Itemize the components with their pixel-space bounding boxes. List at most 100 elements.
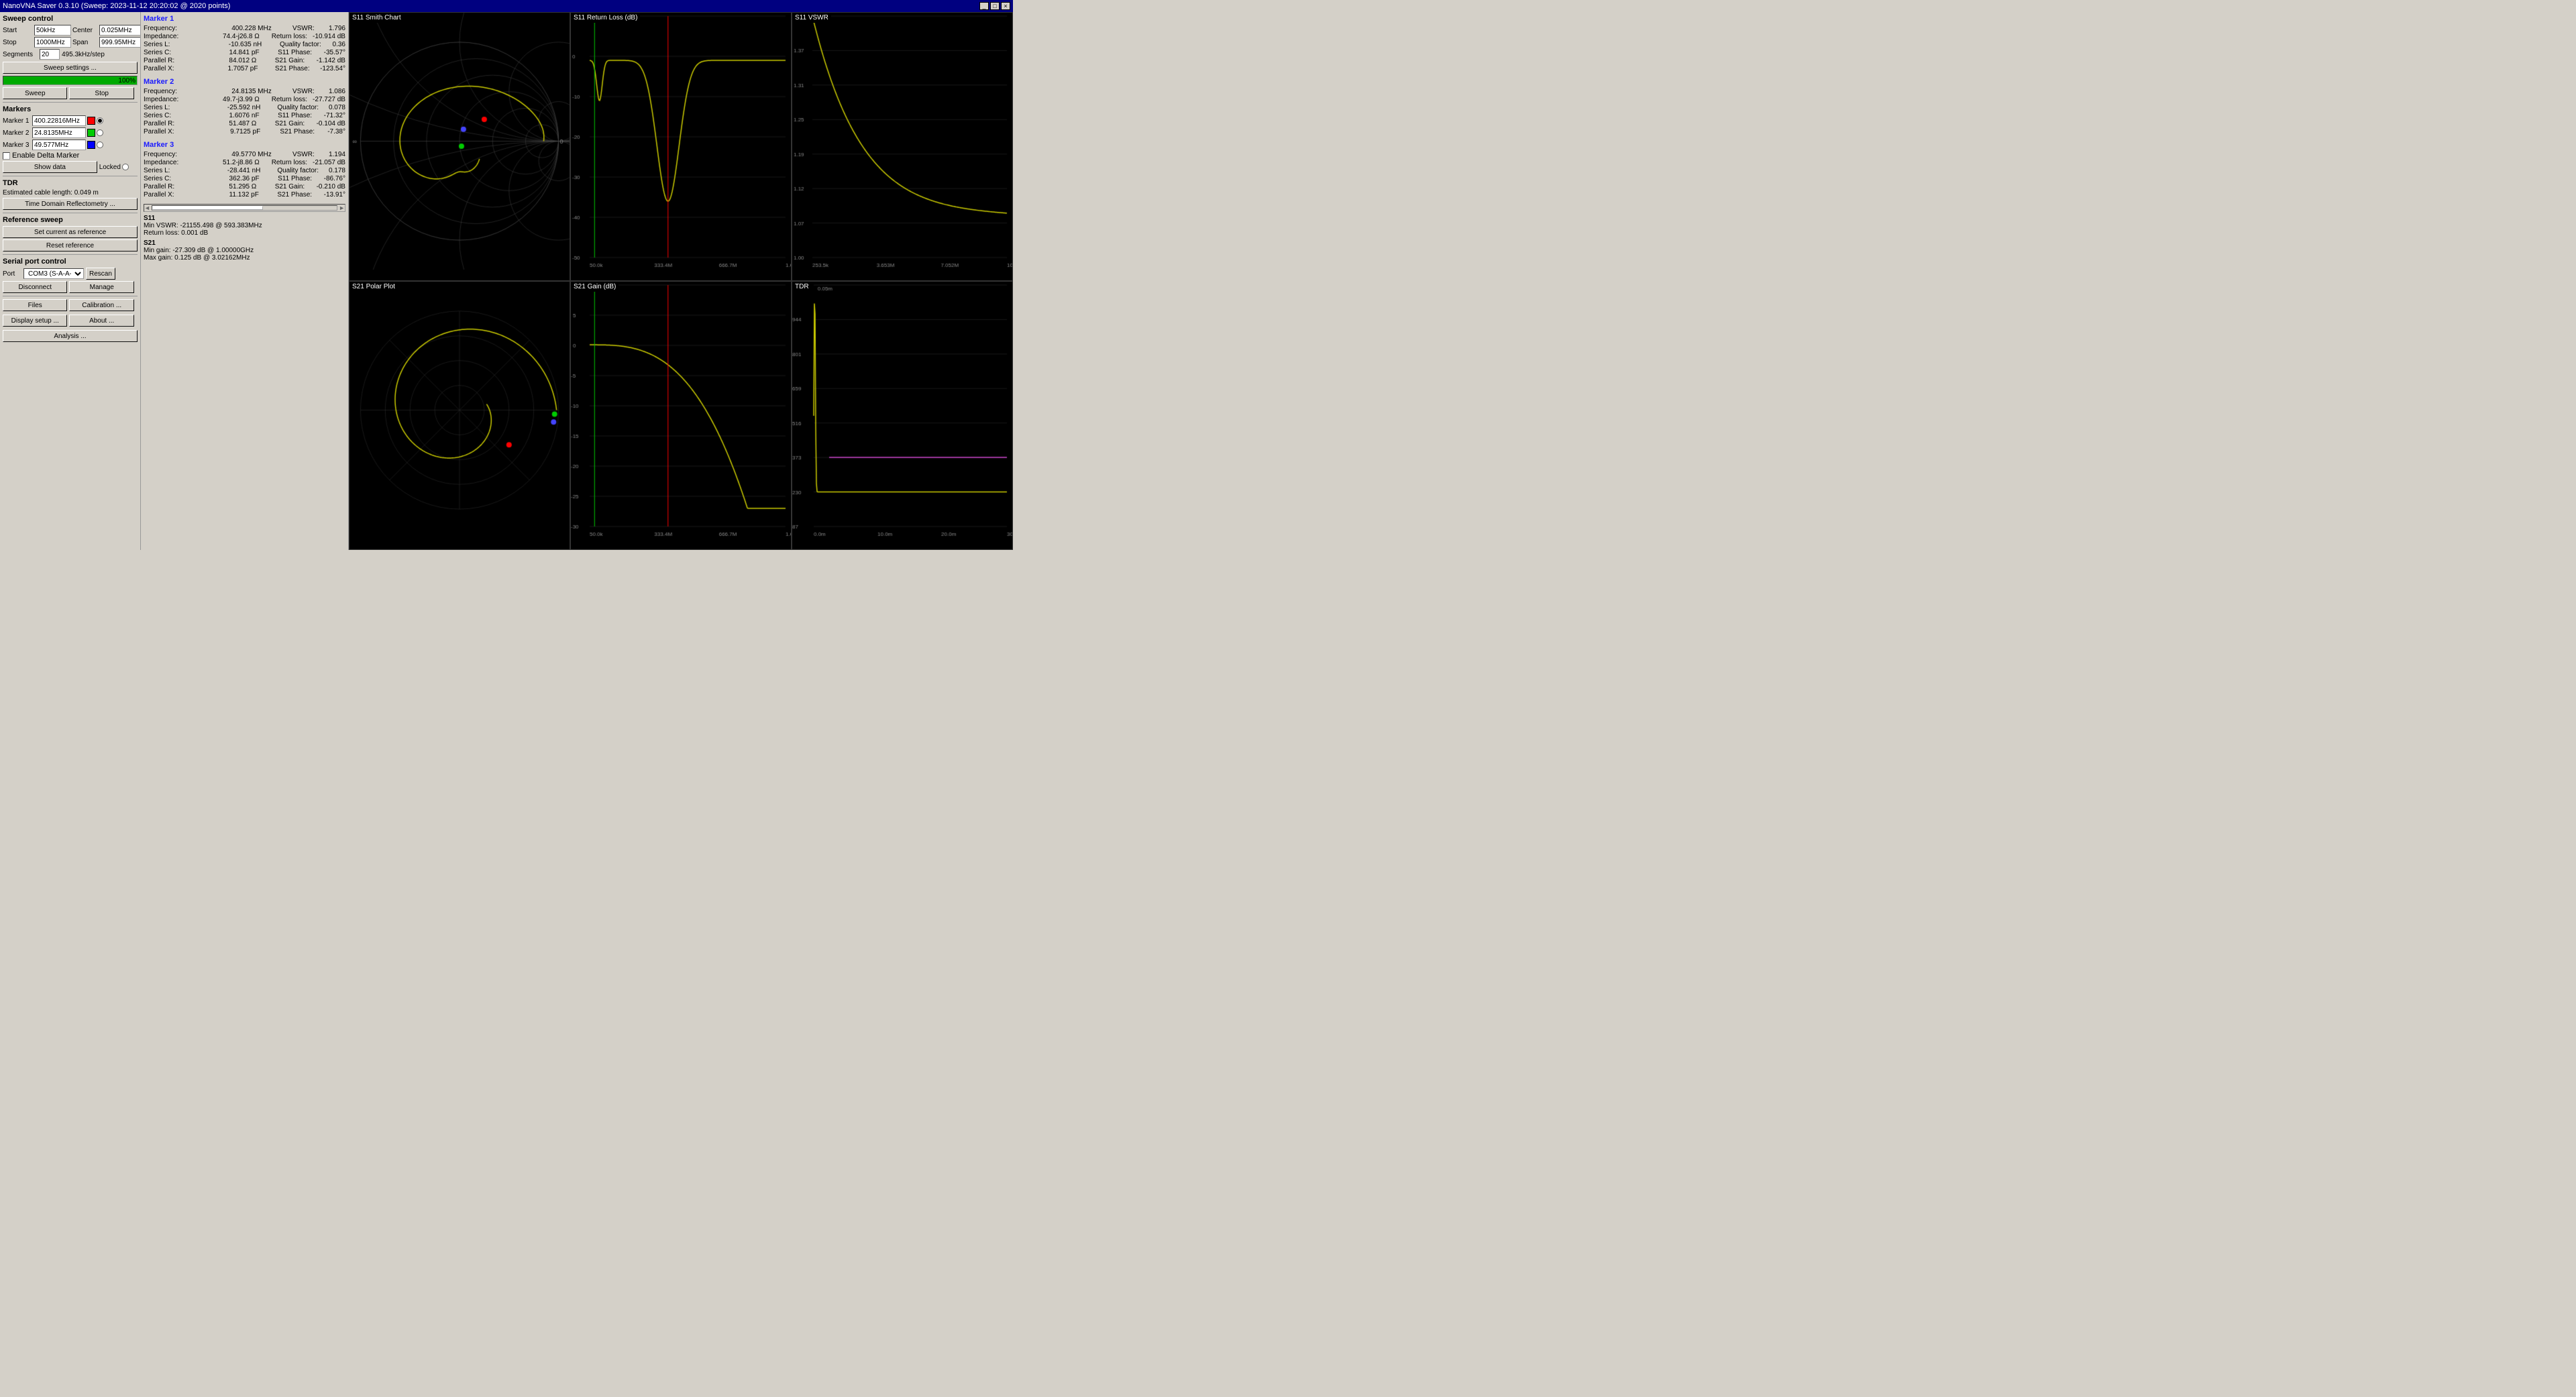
- divider-4: [3, 254, 138, 255]
- span-label: Span: [72, 39, 98, 46]
- m3-imp-val: 51.2-j8.86 Ω: [223, 159, 260, 166]
- m1-freq-row: Frequency: 400.228 MHz VSWR: 1.796: [144, 25, 345, 32]
- s11-title: S11: [144, 215, 345, 222]
- m3-s21p-val: -13.91°: [324, 191, 345, 199]
- marker1-input[interactable]: [32, 115, 86, 126]
- vswr-canvas: [792, 13, 1012, 270]
- s21-title: S21: [144, 239, 345, 247]
- m1-qf-key: Quality factor:: [280, 41, 321, 48]
- s21-polar-chart[interactable]: S21 Polar Plot: [349, 281, 570, 550]
- m2-qf-val: 0.078: [329, 104, 345, 111]
- middle-panel: Marker 1 Frequency: 400.228 MHz VSWR: 1.…: [141, 12, 349, 550]
- scrollbar-track[interactable]: [152, 205, 337, 211]
- m2-pr-key: Parallel R:: [144, 120, 217, 127]
- m2-rl-val: -27.727 dB: [313, 96, 345, 103]
- s11-smith-chart[interactable]: S11 Smith Chart: [349, 12, 570, 281]
- m1-vswr-val: 1.796: [329, 25, 345, 32]
- marker2-data-section: Marker 2 Frequency: 24.8135 MHz VSWR: 1.…: [144, 78, 345, 135]
- m2-s21p-val: -7.38°: [327, 128, 345, 135]
- m2-sc-key: Series C:: [144, 112, 217, 119]
- m1-imp-key: Impedance:: [144, 33, 217, 40]
- m2-vswr-val: 1.086: [329, 88, 345, 95]
- m1-rl-key: Return loss:: [272, 33, 307, 40]
- tdr-button[interactable]: Time Domain Reflectometry ...: [3, 198, 138, 210]
- m3-freq-key: Frequency:: [144, 151, 217, 158]
- manage-button[interactable]: Manage: [69, 281, 133, 293]
- m1-sl-row: Series L: -10.635 nH Quality factor: 0.3…: [144, 41, 345, 48]
- progress-label: 100%: [118, 76, 136, 86]
- tdr-title-chart: TDR: [792, 282, 812, 292]
- stop-button[interactable]: Stop: [69, 87, 133, 99]
- marker2-input[interactable]: [32, 127, 86, 138]
- s11-return-loss: Return loss: 0.001 dB: [144, 229, 345, 237]
- analysis-button[interactable]: Analysis ...: [3, 330, 138, 342]
- delta-marker-label: Enable Delta Marker: [12, 152, 79, 160]
- s21-gain-chart[interactable]: S21 Gain (dB): [570, 281, 792, 550]
- stop-label: Stop: [3, 39, 33, 46]
- locked-label: Locked: [99, 164, 121, 171]
- m2-freq-row: Frequency: 24.8135 MHz VSWR: 1.086: [144, 88, 345, 95]
- tdr-title: TDR: [3, 179, 138, 187]
- locked-radio[interactable]: [122, 164, 129, 170]
- s11-vswr-chart[interactable]: S11 VSWR: [792, 12, 1013, 281]
- m2-px-val: 9.7125 pF: [230, 128, 260, 135]
- marker3-input[interactable]: [32, 139, 86, 150]
- reset-reference-button[interactable]: Reset reference: [3, 239, 138, 252]
- serial-port-section: Serial port control Port COM3 (S-A-A-2) …: [3, 258, 138, 293]
- delta-marker-row: Enable Delta Marker: [3, 152, 138, 160]
- display-setup-button[interactable]: Display setup ...: [3, 315, 67, 327]
- m3-sc-val: 362.36 pF: [229, 175, 260, 182]
- m3-px-val: 11.132 pF: [229, 191, 259, 199]
- charts-panel: S11 Smith Chart S11 Return Loss (dB) S11…: [349, 12, 1013, 550]
- set-current-reference-button[interactable]: Set current as reference: [3, 226, 138, 238]
- m2-pr-val: 51.487 Ω: [229, 120, 256, 127]
- marker2-radio[interactable]: [97, 129, 103, 136]
- calibration-button[interactable]: Calibration ...: [69, 299, 133, 311]
- port-select[interactable]: COM3 (S-A-A-2): [23, 268, 84, 279]
- sweep-control-section: Sweep control Start Center Stop Span Seg…: [3, 15, 138, 99]
- close-button[interactable]: ×: [1001, 2, 1010, 10]
- marker3-label: Marker 3: [3, 142, 31, 149]
- m1-px-val: 1.7057 pF: [227, 65, 258, 72]
- smith-canvas: [350, 13, 570, 270]
- segments-row: Segments 495.3kHz/step: [3, 49, 138, 60]
- marker1-label: Marker 1: [3, 117, 31, 125]
- sweep-settings-button[interactable]: Sweep settings ...: [3, 62, 138, 74]
- bottom-buttons-section: Files Calibration ... Display setup ... …: [3, 299, 138, 342]
- span-input[interactable]: [99, 37, 141, 48]
- stop-input[interactable]: [34, 37, 71, 48]
- m3-px-key: Parallel X:: [144, 191, 217, 199]
- rescan-button[interactable]: Rescan: [86, 268, 115, 280]
- files-button[interactable]: Files: [3, 299, 67, 311]
- m3-qf-key: Quality factor:: [277, 167, 319, 174]
- maximize-button[interactable]: □: [990, 2, 1000, 10]
- show-data-button[interactable]: Show data: [3, 161, 97, 173]
- m3-rl-key: Return loss:: [272, 159, 307, 166]
- scrollbar-thumb[interactable]: [152, 206, 263, 210]
- marker3-data-section: Marker 3 Frequency: 49.5770 MHz VSWR: 1.…: [144, 141, 345, 199]
- return-loss-canvas: [571, 13, 791, 270]
- scrollbar-area[interactable]: ◄ ►: [144, 204, 345, 212]
- s21-min-gain: Min gain: -27.309 dB @ 1.00000GHz: [144, 247, 345, 254]
- marker3-radio[interactable]: [97, 142, 103, 148]
- disconnect-button[interactable]: Disconnect: [3, 281, 67, 293]
- tdr-chart[interactable]: TDR: [792, 281, 1013, 550]
- delta-marker-checkbox[interactable]: [3, 152, 10, 160]
- m3-s21p-key: S21 Phase:: [277, 191, 312, 199]
- minimize-button[interactable]: _: [979, 2, 989, 10]
- start-input[interactable]: [34, 25, 71, 36]
- m1-s11p-val: -35.57°: [324, 49, 345, 56]
- sweep-button[interactable]: Sweep: [3, 87, 67, 99]
- s11-return-loss-chart[interactable]: S11 Return Loss (dB): [570, 12, 792, 281]
- m1-sl-val: -10.635 nH: [229, 41, 262, 48]
- m2-imp-row: Impedance: 49.7-j3.99 Ω Return loss: -27…: [144, 96, 345, 103]
- marker1-radio[interactable]: [97, 117, 103, 124]
- about-button[interactable]: About ...: [69, 315, 133, 327]
- m3-vswr-val: 1.194: [329, 151, 345, 158]
- m1-pr-key: Parallel R:: [144, 57, 217, 64]
- segments-input[interactable]: [40, 49, 60, 60]
- m1-pr-row: Parallel R: 84.012 Ω S21 Gain: -1.142 dB: [144, 57, 345, 64]
- port-row: Port COM3 (S-A-A-2) Rescan: [3, 268, 138, 280]
- center-input[interactable]: [99, 25, 141, 36]
- m2-s21g-val: -0.104 dB: [317, 120, 345, 127]
